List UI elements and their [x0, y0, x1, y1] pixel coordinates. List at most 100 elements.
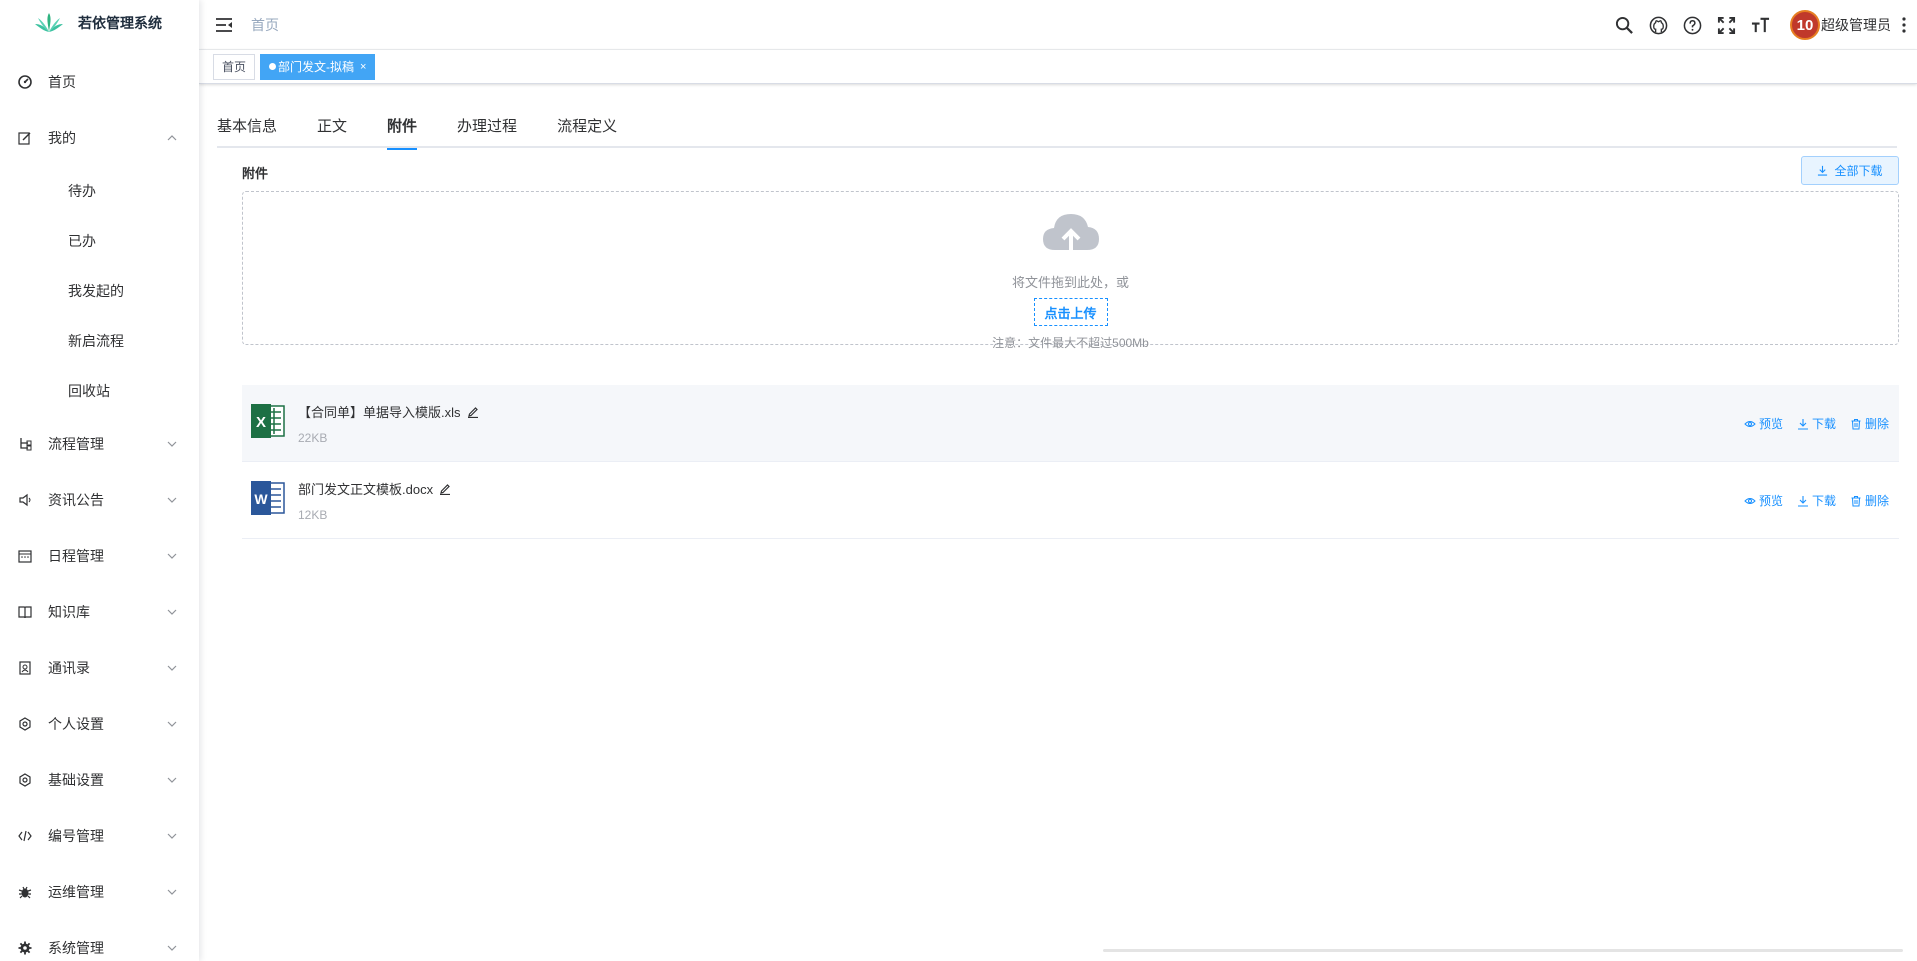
section-title: 附件 — [242, 166, 269, 181]
sidebar-subitem-done[interactable]: 已办 — [0, 216, 199, 266]
edit-icon — [18, 131, 32, 145]
word-file-icon: W — [251, 481, 285, 515]
chevron-down-icon — [167, 609, 177, 615]
avatar[interactable]: 10 — [1790, 10, 1820, 40]
sidebar-item-label: 知识库 — [48, 604, 90, 620]
download-button[interactable]: 下载 — [1797, 492, 1836, 509]
click-upload-button[interactable]: 点击上传 — [1033, 298, 1108, 326]
download-icon — [1818, 165, 1828, 176]
tag-label: 部门发文-拟稿 — [278, 59, 355, 74]
sidebar-item-knowledge[interactable]: 知识库 — [0, 584, 199, 640]
sidebar-item-mine[interactable]: 我的 — [0, 110, 199, 166]
chevron-down-icon — [167, 721, 177, 727]
chevron-down-icon — [167, 441, 177, 447]
app-title: 若依管理系统 — [78, 15, 162, 31]
rename-edit-icon[interactable] — [467, 406, 479, 418]
sidebar-item-number-management[interactable]: 编号管理 — [0, 808, 199, 864]
download-label: 下载 — [1811, 417, 1836, 431]
excel-file-icon: X — [251, 404, 285, 438]
system-icon — [18, 941, 32, 955]
tab-attachments[interactable]: 附件 — [387, 110, 418, 150]
sidebar-subitem-todo[interactable]: 待办 — [0, 166, 199, 216]
sidebar-item-label: 编号管理 — [48, 828, 104, 844]
download-all-button[interactable]: 全部下载 — [1801, 156, 1899, 185]
search-icon[interactable] — [1614, 15, 1634, 35]
navbar-right: 10 超级管理员 — [1614, 0, 1917, 50]
upload-note: 注意：文件最大不超过500Mb — [992, 336, 1149, 350]
hamburger-icon[interactable] — [215, 17, 233, 33]
delete-button[interactable]: 删除 — [1850, 492, 1889, 509]
settings-icon — [18, 773, 32, 787]
navbar: 首页 10 超级管理员 — [199, 0, 1917, 50]
tab-process-history[interactable]: 办理过程 — [457, 110, 517, 148]
sidebar-item-home[interactable]: 首页 — [0, 54, 199, 110]
sidebar-item-base-settings[interactable]: 基础设置 — [0, 752, 199, 808]
tag-home[interactable]: 首页 — [213, 53, 256, 80]
download-label: 下载 — [1811, 494, 1836, 508]
logo[interactable]: 若依管理系统 — [0, 0, 199, 46]
preview-label: 预览 — [1758, 417, 1783, 431]
sidebar-item-label: 资讯公告 — [48, 492, 104, 508]
sidebar-item-label: 系统管理 — [48, 940, 104, 956]
tree-icon — [18, 437, 32, 451]
sidebar-subitem-started[interactable]: 我发起的 — [0, 266, 199, 316]
download-button[interactable]: 下载 — [1797, 415, 1836, 432]
fullscreen-icon[interactable] — [1716, 15, 1736, 35]
tabs: 基本信息 正文 附件 办理过程 流程定义 — [217, 110, 1897, 150]
svg-text:W: W — [254, 491, 268, 507]
trash-icon — [1851, 495, 1861, 506]
preview-button[interactable]: 预览 — [1744, 415, 1783, 432]
sidebar-item-schedule[interactable]: 日程管理 — [0, 528, 199, 584]
sidebar-menu: 首页 我的 待办 已办 我发起的 新启流程 回收站 流程管理 资讯公告 日程管理… — [0, 54, 199, 961]
sidebar: 若依管理系统 首页 我的 待办 已办 我发起的 新启流程 回收站 流程管理 资讯… — [0, 0, 199, 961]
github-icon[interactable] — [1648, 15, 1668, 35]
file-actions: 预览 下载 删除 — [1730, 415, 1889, 432]
chevron-down-icon — [167, 833, 177, 839]
settings-icon — [18, 717, 32, 731]
sidebar-item-personal-settings[interactable]: 个人设置 — [0, 696, 199, 752]
attachment-row: W 部门发文正文模板.docx 12KB 预览 下载 删除 — [242, 462, 1899, 539]
user-name[interactable]: 超级管理员 — [1821, 15, 1891, 35]
sidebar-item-process[interactable]: 流程管理 — [0, 416, 199, 472]
horizontal-scrollbar[interactable] — [1103, 949, 1903, 952]
question-icon[interactable] — [1682, 15, 1702, 35]
message-icon — [18, 493, 32, 507]
preview-button[interactable]: 预览 — [1744, 492, 1783, 509]
sidebar-item-label: 个人设置 — [48, 716, 104, 732]
chevron-down-icon — [167, 889, 177, 895]
sidebar-item-label: 通讯录 — [48, 660, 90, 676]
tab-body[interactable]: 正文 — [317, 110, 347, 148]
more-vertical-icon[interactable] — [1901, 16, 1907, 34]
main-content: 基本信息 正文 附件 办理过程 流程定义 附件 全部下载 将文件拖到此处，或 点… — [199, 84, 1917, 961]
sidebar-item-contacts[interactable]: 通讯录 — [0, 640, 199, 696]
sidebar-item-system[interactable]: 系统管理 — [0, 920, 199, 961]
breadcrumb[interactable]: 首页 — [251, 15, 279, 35]
tags-view: 首页 部门发文-拟稿 × — [199, 50, 1917, 84]
delete-button[interactable]: 删除 — [1850, 415, 1889, 432]
sidebar-item-ops[interactable]: 运维管理 — [0, 864, 199, 920]
tag-draft-document[interactable]: 部门发文-拟稿 × — [260, 53, 376, 80]
sidebar-item-label: 运维管理 — [48, 884, 104, 900]
sidebar-item-label: 日程管理 — [48, 548, 104, 564]
font-size-icon[interactable] — [1750, 15, 1770, 35]
tab-basic-info[interactable]: 基本信息 — [217, 110, 277, 148]
book-icon — [18, 605, 32, 619]
download-all-label: 全部下载 — [1834, 164, 1883, 178]
file-actions: 预览 下载 删除 — [1730, 492, 1889, 509]
bug-icon — [18, 885, 32, 899]
dashboard-icon — [18, 75, 32, 89]
date-icon — [18, 549, 32, 563]
preview-label: 预览 — [1758, 494, 1783, 508]
sidebar-item-news[interactable]: 资讯公告 — [0, 472, 199, 528]
sidebar-subitem-recycle[interactable]: 回收站 — [0, 366, 199, 416]
sidebar-subitem-new-flow[interactable]: 新启流程 — [0, 316, 199, 366]
file-name-text: 部门发文正文模板.docx — [298, 482, 434, 497]
file-size: 12KB — [298, 508, 328, 522]
logo-icon — [35, 13, 63, 32]
file-size: 22KB — [298, 431, 328, 445]
tab-flow-definition[interactable]: 流程定义 — [557, 110, 617, 148]
rename-edit-icon[interactable] — [439, 483, 451, 495]
file-name-text: 【合同单】单据导入模版.xls — [298, 405, 461, 420]
upload-dropzone[interactable]: 将文件拖到此处，或 点击上传 注意：文件最大不超过500Mb — [242, 191, 1899, 350]
close-icon[interactable]: × — [360, 55, 366, 79]
